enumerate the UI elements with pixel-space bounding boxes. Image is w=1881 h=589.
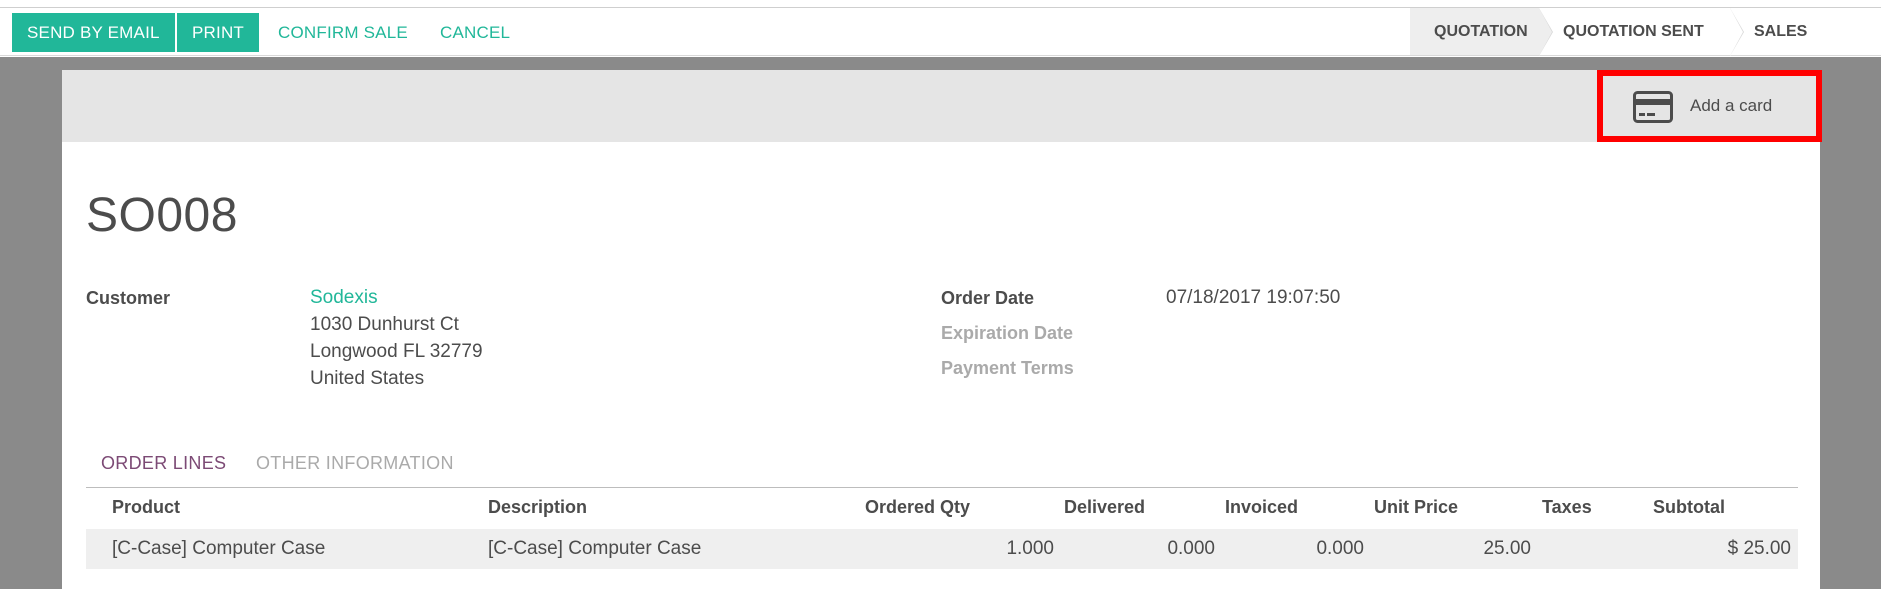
customer-address-line3: United States [310, 368, 425, 389]
cell-ordered-qty: 1.000 [1006, 538, 1054, 559]
stage-separator-fill [1539, 8, 1552, 56]
order-date-label: Order Date [941, 288, 1035, 308]
expiration-date-label: Expiration Date [941, 323, 1074, 343]
cell-product: [C-Case] Computer Case [112, 538, 326, 559]
print-button[interactable]: PRINT [177, 13, 259, 52]
form-sheet: Add a card SO008 Customer Sodexis 1030 D… [62, 70, 1822, 589]
customer-label: Customer [86, 288, 171, 308]
stage-sales-order[interactable]: SALES ORDER [1730, 8, 1881, 87]
tab-order-lines[interactable]: ORDER LINES [101, 453, 226, 474]
add-card-label: Add a card [1690, 96, 1773, 115]
cancel-button[interactable]: CANCEL [425, 13, 525, 52]
send-by-email-button[interactable]: SEND BY EMAIL [12, 13, 175, 52]
column-header-taxes[interactable]: Taxes [1542, 497, 1592, 518]
column-header-description[interactable]: Description [488, 497, 587, 518]
confirm-sale-button[interactable]: CONFIRM SALE [263, 13, 423, 52]
column-header-product[interactable]: Product [112, 497, 180, 518]
record-title: SO008 [86, 189, 238, 242]
stage-quotation-sent[interactable]: QUOTATION SENT [1539, 8, 1744, 56]
customer-address-line2: Longwood FL 32779 [310, 341, 483, 362]
column-header-invoiced[interactable]: Invoiced [1225, 497, 1298, 518]
order-date-value[interactable]: 07/18/2017 19:07:50 [1166, 287, 1340, 309]
cell-description: [C-Case] Computer Case [488, 538, 702, 559]
table-row[interactable]: [C-Case] Computer Case [C-Case] Computer… [86, 529, 1798, 569]
control-panel: SEND BY EMAIL PRINT CONFIRM SALE CANCEL … [0, 8, 1881, 87]
column-header-ordered-qty[interactable]: Ordered Qty [865, 497, 970, 518]
column-header-subtotal[interactable]: Subtotal [1653, 497, 1725, 518]
button-box: Add a card [62, 70, 1822, 142]
cell-delivered: 0.000 [1167, 538, 1215, 559]
tab-other-information[interactable]: OTHER INFORMATION [256, 453, 454, 474]
cell-subtotal: $ 25.00 [1727, 538, 1791, 559]
stage-label: QUOTATION SENT [1563, 23, 1704, 40]
stage-quotation[interactable]: QUOTATION [1410, 8, 1553, 56]
cell-unit-price: 25.00 [1483, 538, 1531, 559]
add-card-button[interactable]: Add a card [1597, 70, 1822, 142]
cell-invoiced: 0.000 [1316, 538, 1364, 559]
notebook-tabs: ORDER LINES OTHER INFORMATION [86, 445, 1798, 488]
column-header-delivered[interactable]: Delivered [1064, 497, 1145, 518]
customer-address-line1: 1030 Dunhurst Ct [310, 314, 459, 335]
payment-terms-label: Payment Terms [941, 358, 1074, 378]
stage-separator-fill [1730, 8, 1743, 56]
table-header: Product Description Ordered Qty Delivere… [86, 487, 1798, 529]
column-header-unit-price[interactable]: Unit Price [1374, 497, 1458, 518]
credit-card-icon [1633, 91, 1673, 123]
stage-label: QUOTATION [1434, 23, 1528, 40]
status-bar-stages: QUOTATION QUOTATION SENT SALES ORDER [1410, 8, 1881, 87]
customer-link[interactable]: Sodexis [310, 287, 378, 309]
